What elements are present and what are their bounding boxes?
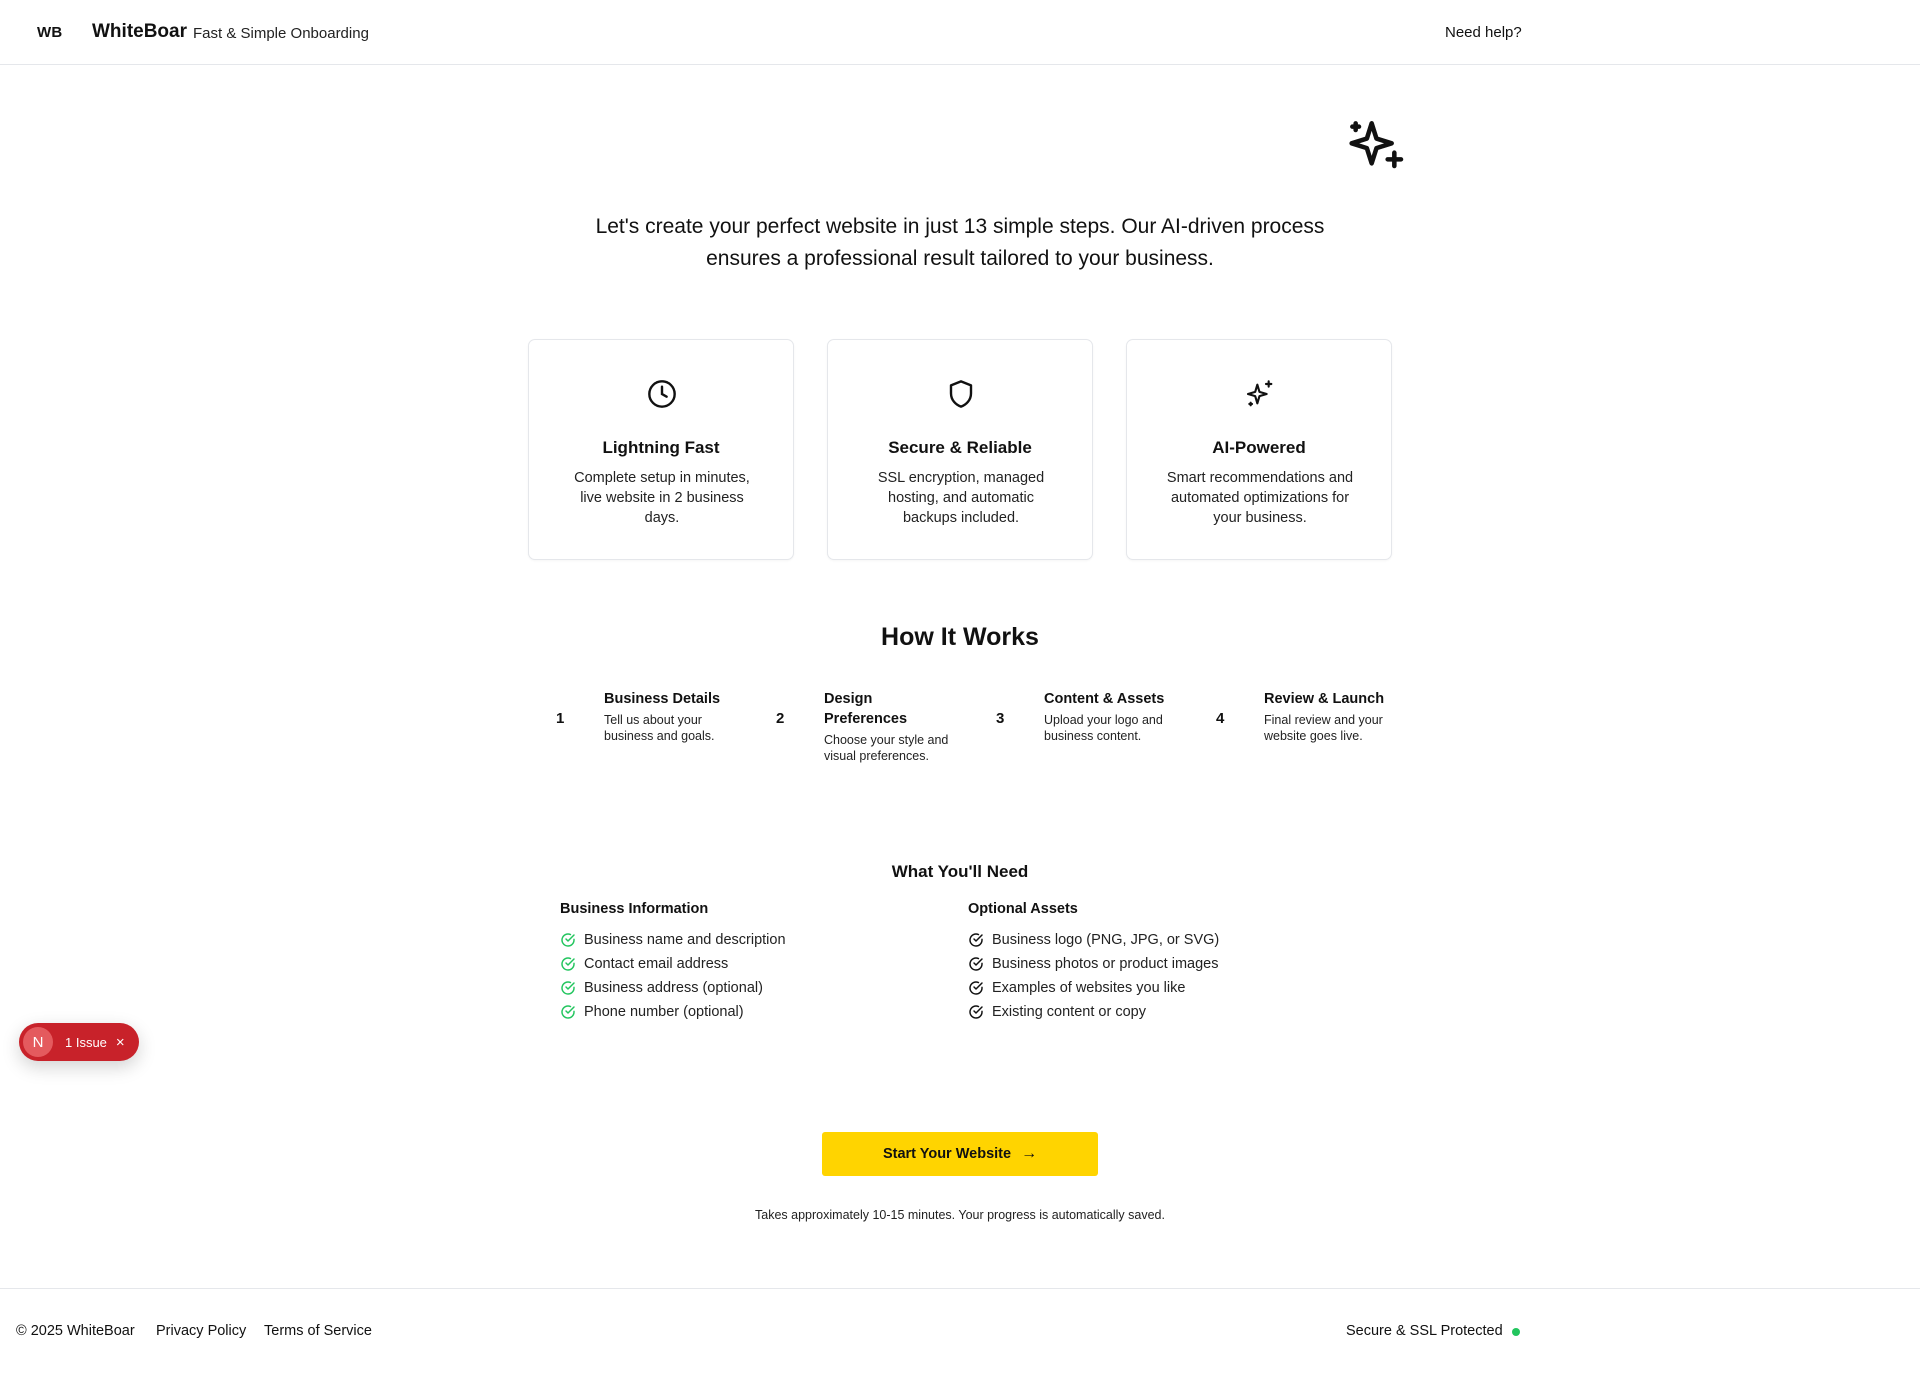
time-note: Takes approximately 10-15 minutes. Your … xyxy=(755,1208,1165,1222)
check-circle-icon xyxy=(969,981,983,995)
list-item: Contact email address xyxy=(560,952,786,976)
intro-text: Let's create your perfect website in jus… xyxy=(595,215,1325,270)
step-desc: Final review and your website goes live. xyxy=(1264,713,1383,743)
site-header: WB WhiteBoar Fast & Simple Onboarding Ne… xyxy=(0,0,1920,65)
step-desc: Tell us about your business and goals. xyxy=(604,713,715,743)
close-icon[interactable]: × xyxy=(116,1034,125,1051)
status-dot-icon xyxy=(1512,1328,1520,1336)
brand-name[interactable]: WhiteBoar xyxy=(92,21,187,43)
logo[interactable]: WB xyxy=(37,24,62,41)
step-number: 2 xyxy=(776,710,785,727)
check-circle-icon xyxy=(561,981,575,995)
start-website-button[interactable]: Start Your Website → xyxy=(822,1132,1098,1176)
clock-icon xyxy=(648,380,676,408)
list-item: Business address (optional) xyxy=(560,976,786,1000)
step-number: 3 xyxy=(996,710,1005,727)
step-title: Design Preferences xyxy=(824,691,908,727)
privacy-policy-link[interactable]: Privacy Policy xyxy=(156,1323,246,1339)
check-circle-icon xyxy=(561,933,575,947)
arrow-right-icon: → xyxy=(1021,1145,1038,1162)
list-item: Business photos or product images xyxy=(968,952,1219,976)
step-desc: Upload your logo and business content. xyxy=(1044,713,1163,743)
terms-of-service-link[interactable]: Terms of Service xyxy=(264,1323,372,1339)
tagline: Fast & Simple Onboarding xyxy=(193,25,369,42)
check-circle-icon xyxy=(969,1005,983,1019)
site-footer: © 2025 WhiteBoar Privacy Policy Terms of… xyxy=(0,1288,1920,1373)
issue-count[interactable]: 1 Issue xyxy=(65,1035,107,1050)
feature-card-fast: Lightning Fast Complete setup in minutes… xyxy=(528,339,794,560)
feature-desc: SSL encryption, managed hosting, and aut… xyxy=(877,470,1045,526)
check-circle-icon xyxy=(561,1005,575,1019)
shield-icon xyxy=(949,380,973,408)
start-website-label: Start Your Website xyxy=(882,1146,1012,1162)
list-item: Phone number (optional) xyxy=(560,1000,786,1024)
step-desc: Choose your style and visual preferences… xyxy=(824,733,949,763)
feature-title: AI-Powered xyxy=(1212,438,1306,457)
feature-desc: Complete setup in minutes, live website … xyxy=(574,470,750,526)
business-info-list: Business name and description Contact em… xyxy=(560,928,786,1024)
sparkles-icon xyxy=(1349,121,1404,169)
step-title: Review & Launch xyxy=(1264,691,1385,707)
feature-desc: Smart recommendations and automated opti… xyxy=(1166,470,1354,526)
step-title: Business Details xyxy=(604,691,721,707)
feature-card-ai: AI-Powered Smart recommendations and aut… xyxy=(1126,339,1392,560)
step-number: 4 xyxy=(1216,710,1225,727)
step-number: 1 xyxy=(556,710,565,727)
feature-title: Lightning Fast xyxy=(602,438,720,457)
business-info-title: Business Information xyxy=(560,901,709,917)
security-status: Secure & SSL Protected xyxy=(1346,1323,1503,1339)
optional-assets-list: Business logo (PNG, JPG, or SVG) Busines… xyxy=(968,928,1219,1024)
list-item: Existing content or copy xyxy=(968,1000,1219,1024)
list-item: Business logo (PNG, JPG, or SVG) xyxy=(968,928,1219,952)
check-circle-icon xyxy=(969,957,983,971)
how-it-works-title: How It Works xyxy=(881,623,1039,651)
need-help-link[interactable]: Need help? xyxy=(1445,24,1522,41)
optional-assets-title: Optional Assets xyxy=(968,901,1078,917)
issue-badge[interactable]: N 1 Issue × xyxy=(19,1023,139,1061)
sparkles-icon xyxy=(1246,380,1273,407)
step-title: Content & Assets xyxy=(1044,691,1165,707)
check-circle-icon xyxy=(969,933,983,947)
feature-title: Secure & Reliable xyxy=(888,438,1032,457)
list-item: Examples of websites you like xyxy=(968,976,1219,1000)
copyright: © 2025 WhiteBoar xyxy=(16,1323,135,1339)
check-circle-icon xyxy=(561,957,575,971)
feature-card-secure: Secure & Reliable SSL encryption, manage… xyxy=(827,339,1093,560)
nextjs-logo-icon: N xyxy=(23,1027,53,1057)
what-youll-need-title: What You'll Need xyxy=(891,862,1029,881)
list-item: Business name and description xyxy=(560,928,786,952)
